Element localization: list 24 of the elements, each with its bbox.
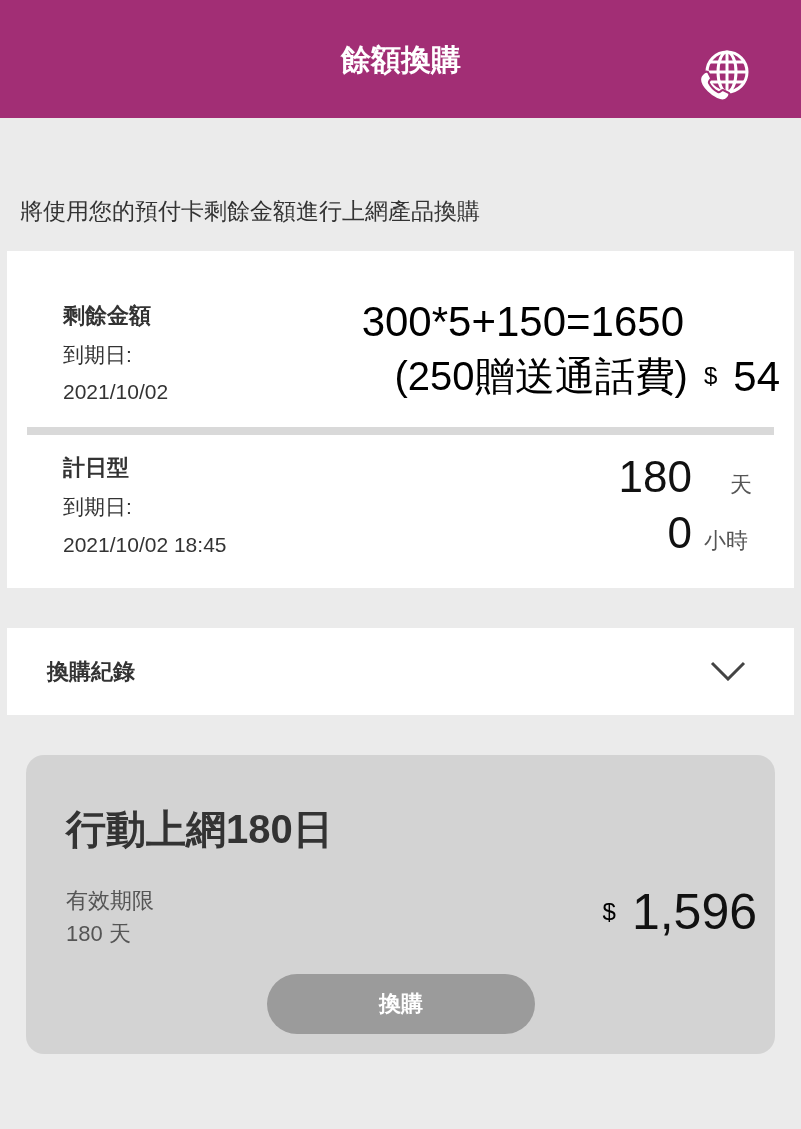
currency-sign: $ [703,361,718,392]
plan-label: 計日型 [63,454,130,483]
history-row[interactable]: 換購紀錄 [7,627,794,715]
balance-label: 剩餘金額 [63,301,152,330]
page-title: 餘額換購 [340,41,461,78]
balance-amount: 54 [733,351,780,402]
history-label: 換購紀錄 [47,657,135,686]
days-value: 180 [618,451,692,504]
days-unit: 天 [729,471,752,500]
validity-label: 有效期限 [66,886,154,915]
currency-sign: $ [602,897,616,928]
balance-note: (250贈送通話費) [394,354,688,399]
hours-unit: 小時 [704,527,749,556]
validity-value: 180 天 [66,919,132,948]
intro-text: 將使用您的預付卡剩餘金額進行上網產品換購 [19,197,481,226]
balance-note: 300*5+150=1650 [361,298,685,345]
hours-value: 0 [666,507,692,560]
expiry-date: 2021/10/02 18:45 [63,531,227,558]
product-name: 行動上網180日 [66,805,334,853]
chevron-icon[interactable] [710,661,746,682]
expiry-label: 到期日: [63,341,133,368]
product-price: 1,596 [631,882,757,942]
expiry-label: 到期日: [63,494,133,521]
expiry-date: 2021/10/02 [63,379,169,406]
